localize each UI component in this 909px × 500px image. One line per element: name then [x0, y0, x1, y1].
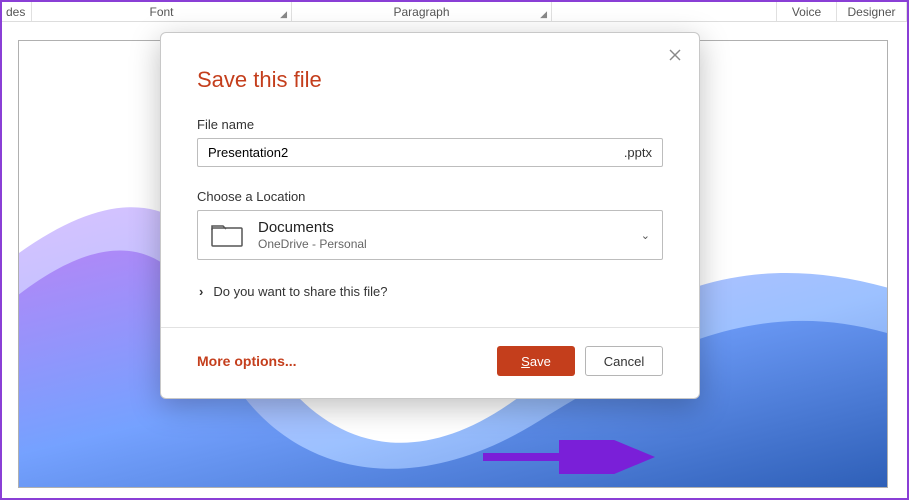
- save-dialog: Save this file File name .pptx Choose a …: [160, 32, 700, 399]
- ribbon-group-slides: des: [2, 2, 32, 21]
- ribbon-group-voice-label: Voice: [792, 5, 821, 19]
- save-button[interactable]: Save: [497, 346, 575, 376]
- more-options-link[interactable]: More options...: [197, 353, 297, 369]
- location-path: OneDrive - Personal: [258, 237, 641, 251]
- ribbon-group-designer-label: Designer: [847, 5, 895, 19]
- file-extension-dropdown[interactable]: .pptx: [616, 145, 652, 160]
- ribbon-group-paragraph-label: Paragraph: [393, 5, 449, 19]
- ribbon-group-voice[interactable]: Voice: [777, 2, 837, 21]
- filename-row: .pptx: [197, 138, 663, 167]
- dialog-title: Save this file: [197, 67, 663, 93]
- font-launcher-icon[interactable]: ◢: [280, 9, 287, 20]
- ribbon-group-font[interactable]: Font ◢: [32, 2, 292, 21]
- share-prompt: Do you want to share this file?: [213, 284, 387, 299]
- close-icon: [669, 49, 681, 61]
- save-button-rest: ave: [530, 354, 551, 369]
- chevron-down-icon: ⌄: [641, 229, 650, 242]
- filename-input[interactable]: [208, 145, 616, 160]
- ribbon-group-designer[interactable]: Designer: [837, 2, 907, 21]
- paragraph-launcher-icon[interactable]: ◢: [540, 9, 547, 20]
- share-expander[interactable]: › Do you want to share this file?: [197, 278, 663, 317]
- location-name: Documents: [258, 219, 641, 236]
- ribbon-bar: des Font ◢ Paragraph ◢ Voice Designer: [2, 2, 907, 22]
- ribbon-group-slides-label: des: [6, 5, 25, 19]
- folder-icon: [210, 222, 244, 248]
- close-button[interactable]: [663, 43, 687, 67]
- filename-label: File name: [197, 117, 663, 132]
- ribbon-group-paragraph[interactable]: Paragraph ◢: [292, 2, 552, 21]
- location-dropdown[interactable]: Documents OneDrive - Personal ⌄: [197, 210, 663, 260]
- ribbon-group-font-label: Font: [149, 5, 173, 19]
- ribbon-group-blank: [552, 2, 777, 21]
- dialog-footer: More options... Save Cancel: [161, 327, 699, 398]
- chevron-right-icon: ›: [199, 284, 203, 299]
- location-label: Choose a Location: [197, 189, 663, 204]
- cancel-button[interactable]: Cancel: [585, 346, 663, 376]
